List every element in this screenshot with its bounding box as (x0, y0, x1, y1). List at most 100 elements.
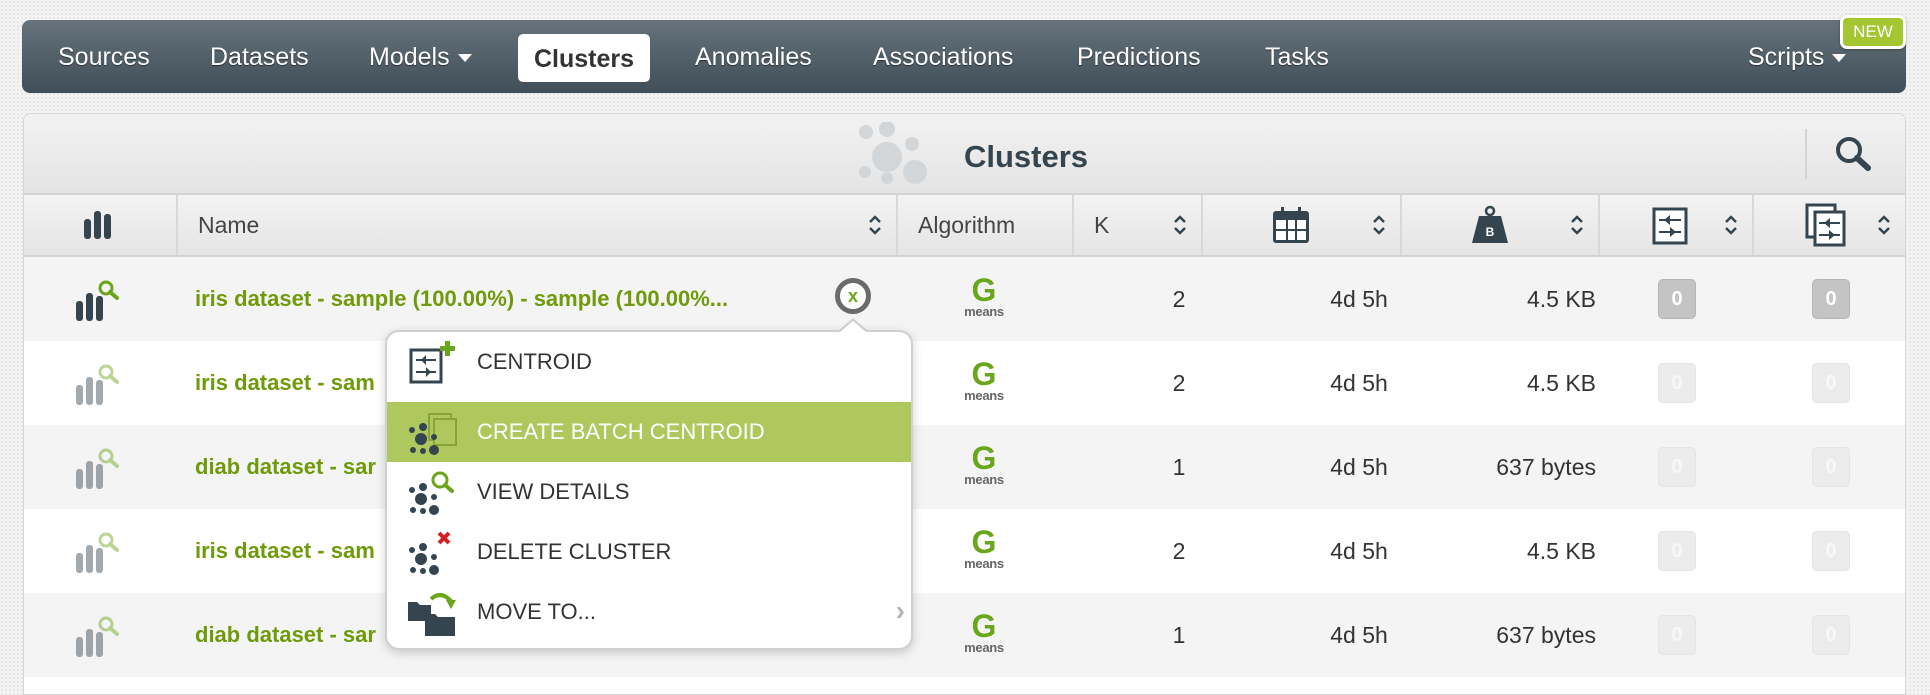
nav-label: Scripts (1748, 43, 1825, 71)
algorithm-g: G (971, 272, 997, 308)
batch-centroids-count-badge[interactable]: 0 (1812, 447, 1850, 487)
table-row[interactable]: iris dataset - sam Gmeans 2 4d 5h 4.5 KB 0 0 (24, 341, 1905, 425)
close-icon: x (847, 286, 858, 306)
nav-sources[interactable]: Sources (58, 20, 150, 93)
menu-item-move-to[interactable]: MOVE TO... › (387, 582, 911, 642)
algorithm-g: G (971, 524, 997, 560)
divider (1805, 129, 1807, 179)
gmeans-algorithm-icon: Gmeans (954, 524, 1014, 577)
centroids-count-badge[interactable]: 0 (1658, 279, 1696, 319)
nav-scripts[interactable]: Scripts (1748, 20, 1847, 93)
age-value: 4d 5h (1330, 622, 1388, 648)
col-batch-centroids[interactable] (1752, 195, 1905, 255)
col-algorithm[interactable]: Algorithm (896, 195, 1072, 255)
centroids-count-badge[interactable]: 0 (1658, 531, 1696, 571)
sort-icon[interactable] (1372, 214, 1386, 236)
col-size[interactable]: B (1400, 195, 1598, 255)
algorithm-means: means (964, 304, 1004, 319)
nav-label: Predictions (1077, 43, 1201, 71)
size-value: 4.5 KB (1526, 538, 1596, 564)
sort-icon[interactable] (868, 214, 882, 236)
menu-item-view-details[interactable]: VIEW DETAILS (387, 462, 911, 522)
col-name[interactable]: Name (176, 195, 896, 255)
cluster-type-icon (76, 616, 119, 657)
menu-item-centroid[interactable]: CENTROID (387, 332, 911, 392)
search-button[interactable] (1832, 134, 1876, 178)
batch-centroids-count-badge[interactable]: 0 (1812, 531, 1850, 571)
caret-down-icon (1832, 54, 1847, 63)
age-value: 4d 5h (1330, 454, 1388, 480)
algorithm-means: means (964, 388, 1004, 403)
centroids-count-badge[interactable]: 0 (1658, 615, 1696, 655)
cluster-type-icon (76, 280, 119, 321)
table-row[interactable]: iris dataset - sam Gmeans 2 4d 5h 4.5 KB 0 0 (24, 509, 1905, 593)
new-badge: NEW (1840, 15, 1906, 49)
batch-centroids-count-badge[interactable]: 0 (1812, 363, 1850, 403)
weight-bytes-icon: B (1472, 205, 1508, 243)
sort-icon[interactable] (1724, 214, 1738, 236)
nav-label: Tasks (1265, 43, 1329, 71)
algorithm-g: G (971, 440, 997, 476)
clusters-panel: Clusters Name Algorithm K B iris dataset… (23, 113, 1906, 695)
age-value: 4d 5h (1330, 286, 1388, 312)
nav-associations[interactable]: Associations (873, 20, 1013, 93)
gmeans-algorithm-icon: Gmeans (954, 356, 1014, 409)
age-value: 4d 5h (1330, 370, 1388, 396)
gmeans-algorithm-icon: Gmeans (954, 272, 1014, 325)
cluster-type-icon (76, 364, 119, 405)
menu-item-create-batch-centroid[interactable]: CREATE BATCH CENTROID (387, 402, 911, 462)
menu-item-delete-cluster[interactable]: DELETE CLUSTER (387, 522, 911, 582)
k-value: 2 (1172, 538, 1186, 564)
nav-predictions[interactable]: Predictions (1077, 20, 1201, 93)
batch-centroids-count-badge[interactable]: 0 (1812, 279, 1850, 319)
sort-icon[interactable] (1877, 214, 1891, 236)
menu-item-label: VIEW DETAILS (477, 479, 630, 504)
col-centroids[interactable] (1598, 195, 1752, 255)
algorithm-means: means (964, 640, 1004, 655)
centroids-count-badge[interactable]: 0 (1658, 363, 1696, 403)
svg-text:B: B (1486, 225, 1495, 239)
table-row[interactable]: iris dataset - sample (100.00%) - sample… (24, 257, 1905, 341)
centroids-count-badge[interactable]: 0 (1658, 447, 1696, 487)
cluster-name-link[interactable]: diab dataset - sar (195, 425, 376, 509)
cluster-delete-icon (409, 531, 451, 575)
close-menu-button[interactable]: x (835, 278, 871, 314)
nav-label: Sources (58, 43, 150, 71)
table-header: Name Algorithm K B (24, 195, 1905, 257)
nav-datasets[interactable]: Datasets (210, 20, 309, 93)
k-value: 2 (1172, 286, 1186, 312)
cluster-type-icon (76, 448, 119, 489)
size-value: 637 bytes (1496, 454, 1596, 480)
menu-item-label: DELETE CLUSTER (477, 539, 672, 564)
gmeans-algorithm-icon: Gmeans (954, 610, 1014, 661)
batch-centroids-count-badge[interactable]: 0 (1812, 615, 1850, 655)
table-row[interactable]: diab dataset - sar Gmeans 1 4d 5h 637 bytes 0… (24, 593, 1905, 677)
menu-item-label: CENTROID (477, 349, 592, 374)
clusters-icon (859, 121, 927, 184)
cluster-name-link[interactable]: iris dataset - sam (195, 509, 375, 593)
nav-anomalies[interactable]: Anomalies (695, 20, 812, 93)
nav-clusters[interactable]: Clusters (518, 34, 651, 82)
nav-label: Associations (873, 43, 1014, 71)
batch-centroid-icon (1805, 203, 1846, 247)
table-row[interactable]: diab dataset - sar Gmeans 1 4d 5h 637 bytes 0… (24, 425, 1905, 509)
col-k[interactable]: K (1072, 195, 1201, 255)
panel-title: Clusters (857, 121, 1088, 186)
nav-tasks[interactable]: Tasks (1265, 20, 1329, 93)
sort-icon[interactable] (1570, 214, 1584, 236)
k-value: 2 (1172, 370, 1186, 396)
col-age[interactable] (1201, 195, 1400, 255)
calendar-icon (1273, 207, 1309, 243)
algorithm-means: means (964, 556, 1004, 571)
cluster-name-link[interactable]: iris dataset - sample (100.00%) - sample… (195, 257, 728, 341)
nav-label: Clusters (534, 45, 635, 73)
centroid-add-icon (409, 341, 455, 384)
nav-models[interactable]: Models (369, 20, 472, 93)
col-type[interactable] (24, 195, 176, 255)
cluster-name-link[interactable]: iris dataset - sam (195, 341, 375, 425)
algorithm-g: G (971, 356, 997, 392)
cluster-name-link[interactable]: diab dataset - sar (195, 593, 376, 677)
sort-icon[interactable] (1173, 214, 1187, 236)
nav-label: Models (369, 43, 450, 71)
age-value: 4d 5h (1330, 538, 1388, 564)
